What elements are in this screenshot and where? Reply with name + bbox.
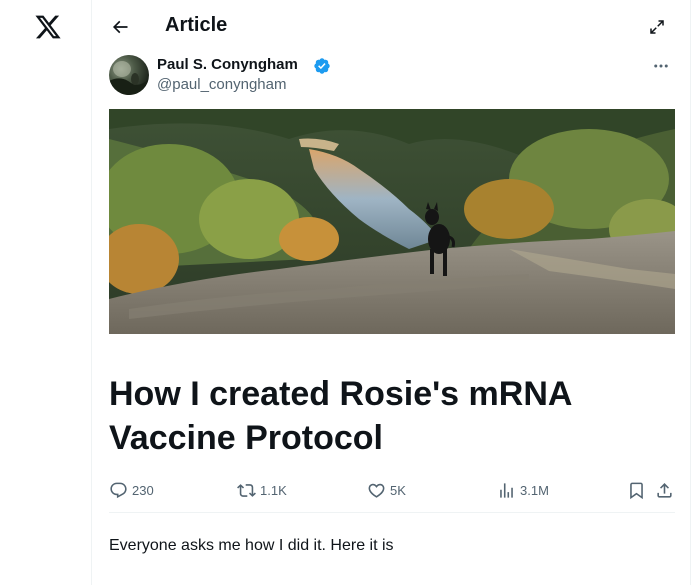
expand-icon <box>650 20 664 34</box>
more-horizontal-icon <box>654 64 668 68</box>
share-icon <box>657 482 672 498</box>
like-button[interactable]: 5K <box>367 476 406 504</box>
views-chart-icon <box>500 482 513 498</box>
heart-icon <box>368 483 385 498</box>
article-title: How I created Rosie's mRNA Vaccine Proto… <box>109 375 572 457</box>
x-logo-icon[interactable] <box>34 13 62 41</box>
views-button[interactable]: 3.1M <box>497 476 549 504</box>
back-button[interactable] <box>105 12 135 42</box>
verified-badge-icon <box>314 58 330 74</box>
author-name[interactable]: Paul S. Conyngham <box>157 56 298 73</box>
expand-button[interactable] <box>643 13 671 41</box>
repost-count: 1.1K <box>260 482 287 498</box>
page-header: Article <box>93 0 691 54</box>
more-options-button[interactable] <box>647 54 675 78</box>
bookmark-icon <box>630 482 643 499</box>
avatar[interactable] <box>109 55 149 95</box>
share-button[interactable] <box>655 476 674 504</box>
repost-button[interactable]: 1.1K <box>237 476 287 504</box>
arrow-left-icon <box>112 20 128 34</box>
reply-count: 230 <box>132 482 154 498</box>
view-count: 3.1M <box>520 482 549 498</box>
article-cover-image[interactable] <box>109 109 675 334</box>
article-body: Everyone asks me how I did it. Here it i… <box>109 537 394 554</box>
reply-button[interactable]: 230 <box>109 476 154 504</box>
landscape-photo <box>109 109 675 334</box>
page-title: Article <box>165 14 228 36</box>
main-column: Article Paul S. Conyngham @paul_conyngha… <box>93 0 691 585</box>
divider <box>109 512 675 513</box>
like-count: 5K <box>390 482 406 498</box>
reply-icon <box>110 482 127 498</box>
repost-icon <box>237 483 256 497</box>
author-row: Paul S. Conyngham @paul_conyngham <box>109 54 675 98</box>
bookmark-button[interactable] <box>627 476 646 504</box>
left-nav-rail <box>0 0 92 585</box>
engagement-bar: 230 1.1K 5K 3.1M <box>109 476 675 504</box>
avatar-image <box>109 61 149 95</box>
author-handle[interactable]: @paul_conyngham <box>157 76 286 93</box>
